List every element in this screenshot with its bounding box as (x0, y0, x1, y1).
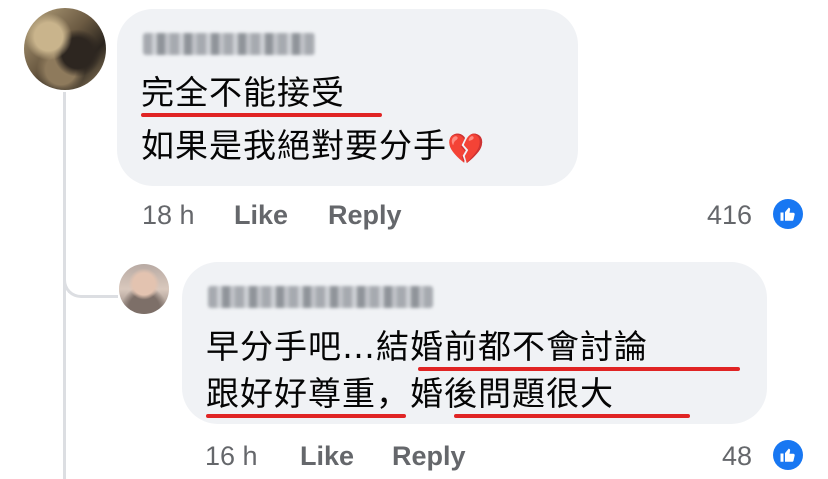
comment-underline (141, 113, 382, 117)
thumb-glyph (780, 448, 795, 462)
reply-text-line-2: 跟好好尊重，婚後問題很大 (206, 374, 614, 413)
comment-text-line-2: 如果是我絕對要分手💔 (141, 126, 485, 170)
comment-reply-button[interactable]: Reply (328, 199, 402, 231)
reply-like-button[interactable]: Like (300, 440, 354, 472)
reply-text-line-1: 早分手吧…結婚前都不會討論 (206, 327, 648, 366)
reply-author-name[interactable] (208, 286, 433, 308)
commenter-avatar[interactable] (24, 8, 106, 90)
reply-timestamp[interactable]: 16 h (205, 440, 258, 472)
reply-underline-2 (206, 414, 406, 418)
comment-text-line-1: 完全不能接受 (141, 73, 345, 112)
reply-reply-button[interactable]: Reply (392, 440, 466, 472)
comment-like-button[interactable]: Like (234, 199, 288, 231)
like-thumb-icon[interactable] (773, 440, 803, 470)
reply-reaction-count[interactable]: 48 (722, 440, 752, 472)
commenter-name[interactable] (143, 33, 315, 55)
thread-branch (63, 268, 118, 298)
thumb-glyph (780, 207, 795, 221)
comment-timestamp[interactable]: 18 h (142, 199, 195, 231)
reply-underline-1 (418, 367, 740, 371)
reply-underline-3 (454, 414, 690, 418)
reply-avatar[interactable] (119, 264, 169, 314)
like-thumb-icon[interactable] (773, 199, 803, 229)
comment-reaction-count[interactable]: 416 (707, 199, 752, 231)
broken-heart-icon: 💔 (447, 132, 486, 167)
